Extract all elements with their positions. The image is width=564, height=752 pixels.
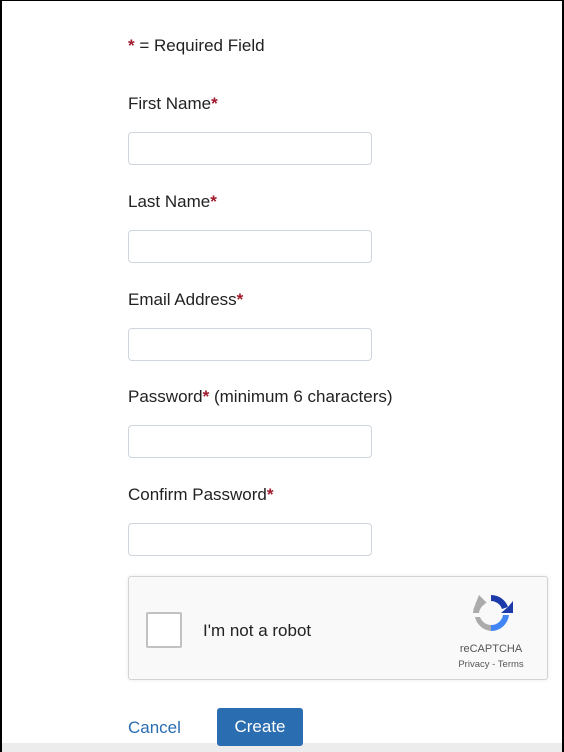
required-field-note: * = Required Field [128, 36, 265, 56]
first-name-label-text: First Name [128, 94, 212, 113]
recaptcha-label: I'm not a robot [203, 621, 312, 640]
last-name-label: Last Name* [128, 192, 217, 212]
required-star: * [128, 36, 135, 55]
first-name-label: First Name* [128, 94, 218, 114]
recaptcha-privacy-link[interactable]: Privacy [458, 659, 489, 670]
recaptcha-brand: reCAPTCHA [459, 643, 523, 655]
recaptcha-checkbox[interactable] [146, 612, 182, 648]
email-address-label: Email Address* [128, 290, 243, 310]
window-frame-top [0, 0, 564, 1]
password-input[interactable] [128, 425, 372, 458]
required-star: * [210, 192, 217, 211]
recaptcha-logo-icon [473, 595, 513, 632]
confirm-password-label: Confirm Password* [128, 485, 274, 505]
recaptcha-widget: I'm not a robot reCAPTCHA Privacy - Term… [128, 576, 548, 680]
password-label: Password* (minimum 6 characters) [128, 387, 393, 407]
create-button[interactable]: Create [217, 708, 303, 746]
recaptcha-links: Privacy - Terms [445, 659, 537, 670]
password-hint: (minimum 6 characters) [209, 387, 393, 406]
last-name-label-text: Last Name [128, 192, 211, 211]
password-label-text: Password [128, 387, 203, 406]
email-address-input[interactable] [128, 328, 372, 361]
confirm-password-input[interactable] [128, 523, 372, 556]
last-name-input[interactable] [128, 230, 372, 263]
email-label-text: Email Address [128, 290, 237, 309]
confirm-password-label-text: Confirm Password [128, 485, 267, 504]
recaptcha-terms-link[interactable]: Terms [498, 659, 524, 670]
first-name-input[interactable] [128, 132, 372, 165]
required-star: * [236, 290, 244, 309]
required-note-text: = Required Field [134, 36, 265, 55]
required-star: * [266, 485, 274, 504]
required-star: * [211, 94, 218, 113]
recaptcha-link-separator: - [489, 659, 498, 670]
cancel-link[interactable]: Cancel [128, 718, 181, 738]
window-frame-left [0, 0, 2, 752]
